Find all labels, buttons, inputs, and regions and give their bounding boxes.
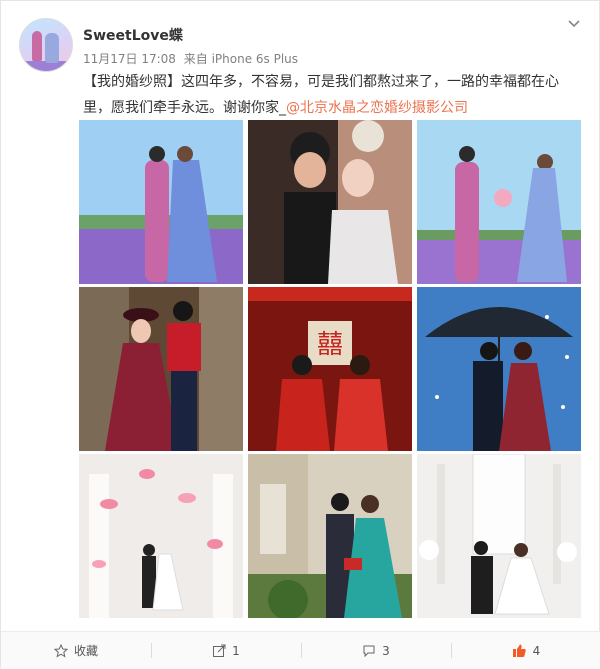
photo-9[interactable] bbox=[417, 454, 581, 618]
post-time[interactable]: 11月17日 17:08 bbox=[83, 52, 176, 66]
comment-count: 3 bbox=[382, 643, 390, 658]
mention-link[interactable]: @北京水晶之恋婚纱摄影公司 bbox=[286, 100, 468, 116]
username[interactable]: SweetLove蝶 bbox=[83, 25, 183, 45]
like-button[interactable]: 4 bbox=[451, 632, 600, 669]
photo-1[interactable] bbox=[79, 120, 243, 284]
photo-8[interactable] bbox=[248, 454, 412, 618]
photo-6[interactable] bbox=[417, 287, 581, 451]
comment-icon bbox=[363, 645, 375, 657]
thumbs-up-icon bbox=[512, 644, 526, 657]
weibo-post-card: SweetLove蝶 11月17日 17:08 来自 iPhone 6s Plu… bbox=[0, 0, 600, 669]
star-icon bbox=[53, 643, 68, 658]
photo-2[interactable] bbox=[248, 120, 412, 284]
action-bar: 收藏 1 3 4 bbox=[1, 631, 600, 669]
photo-7[interactable] bbox=[79, 454, 243, 618]
photo-grid: 囍 bbox=[79, 120, 581, 618]
post-source: 来自 iPhone 6s Plus bbox=[183, 52, 299, 66]
favorite-button[interactable]: 收藏 bbox=[1, 632, 151, 669]
svg-text:囍: 囍 bbox=[317, 330, 343, 360]
repost-icon bbox=[213, 644, 226, 657]
repost-count: 1 bbox=[232, 643, 240, 658]
photo-4[interactable] bbox=[79, 287, 243, 451]
like-count: 4 bbox=[532, 643, 541, 658]
post-meta: 11月17日 17:08 来自 iPhone 6s Plus bbox=[83, 50, 302, 67]
comment-button[interactable]: 3 bbox=[301, 632, 451, 669]
post-body: 【我的婚纱照】这四年多，不容易，可是我们都熬过来了，一路的幸福都在心里，愿我们牵… bbox=[83, 69, 571, 121]
favorite-label: 收藏 bbox=[73, 644, 98, 658]
photo-3[interactable] bbox=[417, 120, 581, 284]
photo-5[interactable]: 囍 bbox=[248, 287, 412, 451]
chevron-down-icon[interactable] bbox=[567, 17, 581, 31]
repost-button[interactable]: 1 bbox=[151, 632, 301, 669]
avatar[interactable] bbox=[19, 18, 73, 72]
